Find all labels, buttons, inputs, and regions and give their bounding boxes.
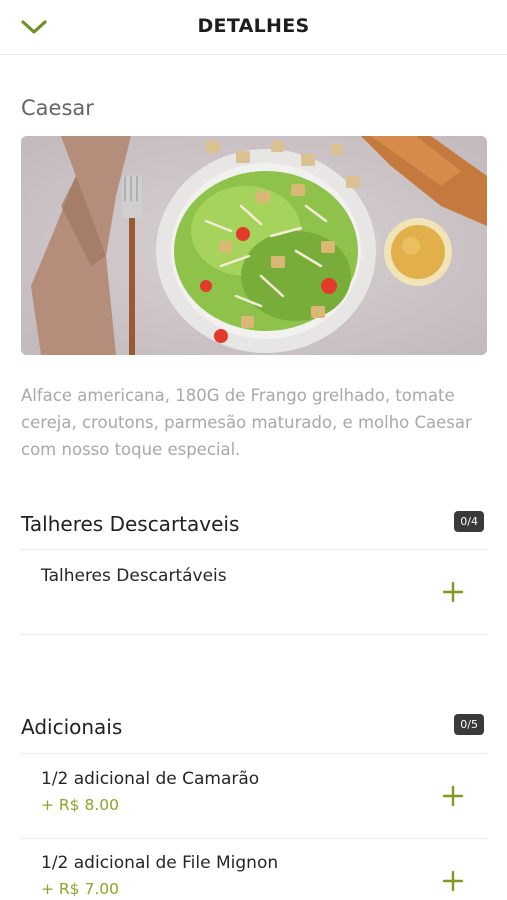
option-row-file-mignon: 1/2 adicional de File Mignon + R$ 7.00 <box>21 853 487 900</box>
divider <box>21 753 487 754</box>
group-title: Adicionais <box>21 715 123 739</box>
add-button[interactable] <box>439 578 467 606</box>
plus-icon <box>442 581 464 603</box>
top-bar: DETALHES <box>0 0 507 55</box>
plus-icon <box>442 785 464 807</box>
divider <box>21 838 487 839</box>
option-label: Talheres Descartáveis <box>41 566 227 586</box>
selection-count-badge: 0/4 <box>454 511 484 532</box>
selection-count-badge: 0/5 <box>454 714 484 735</box>
add-button[interactable] <box>439 782 467 810</box>
option-price: + R$ 8.00 <box>41 796 119 814</box>
option-price: + R$ 7.00 <box>41 880 119 898</box>
group-header-adicionais: Adicionais 0/5 <box>21 713 487 743</box>
product-name: Caesar <box>21 96 94 120</box>
option-label: 1/2 adicional de File Mignon <box>41 853 279 873</box>
group-title: Talheres Descartaveis <box>21 512 240 536</box>
divider <box>21 549 487 550</box>
option-row-talheres: Talheres Descartáveis <box>21 566 487 621</box>
product-description: Alface americana, 180G de Frango grelhad… <box>21 386 472 459</box>
option-label: 1/2 adicional de Camarão <box>41 769 260 789</box>
option-row-camarao: 1/2 adicional de Camarão + R$ 8.00 <box>21 769 487 829</box>
product-image <box>21 136 487 355</box>
group-header-talheres: Talheres Descartaveis 0/4 <box>21 510 487 540</box>
page-title: DETALHES <box>197 15 310 37</box>
plus-icon <box>442 870 464 892</box>
add-button[interactable] <box>439 867 467 895</box>
divider <box>21 634 487 635</box>
